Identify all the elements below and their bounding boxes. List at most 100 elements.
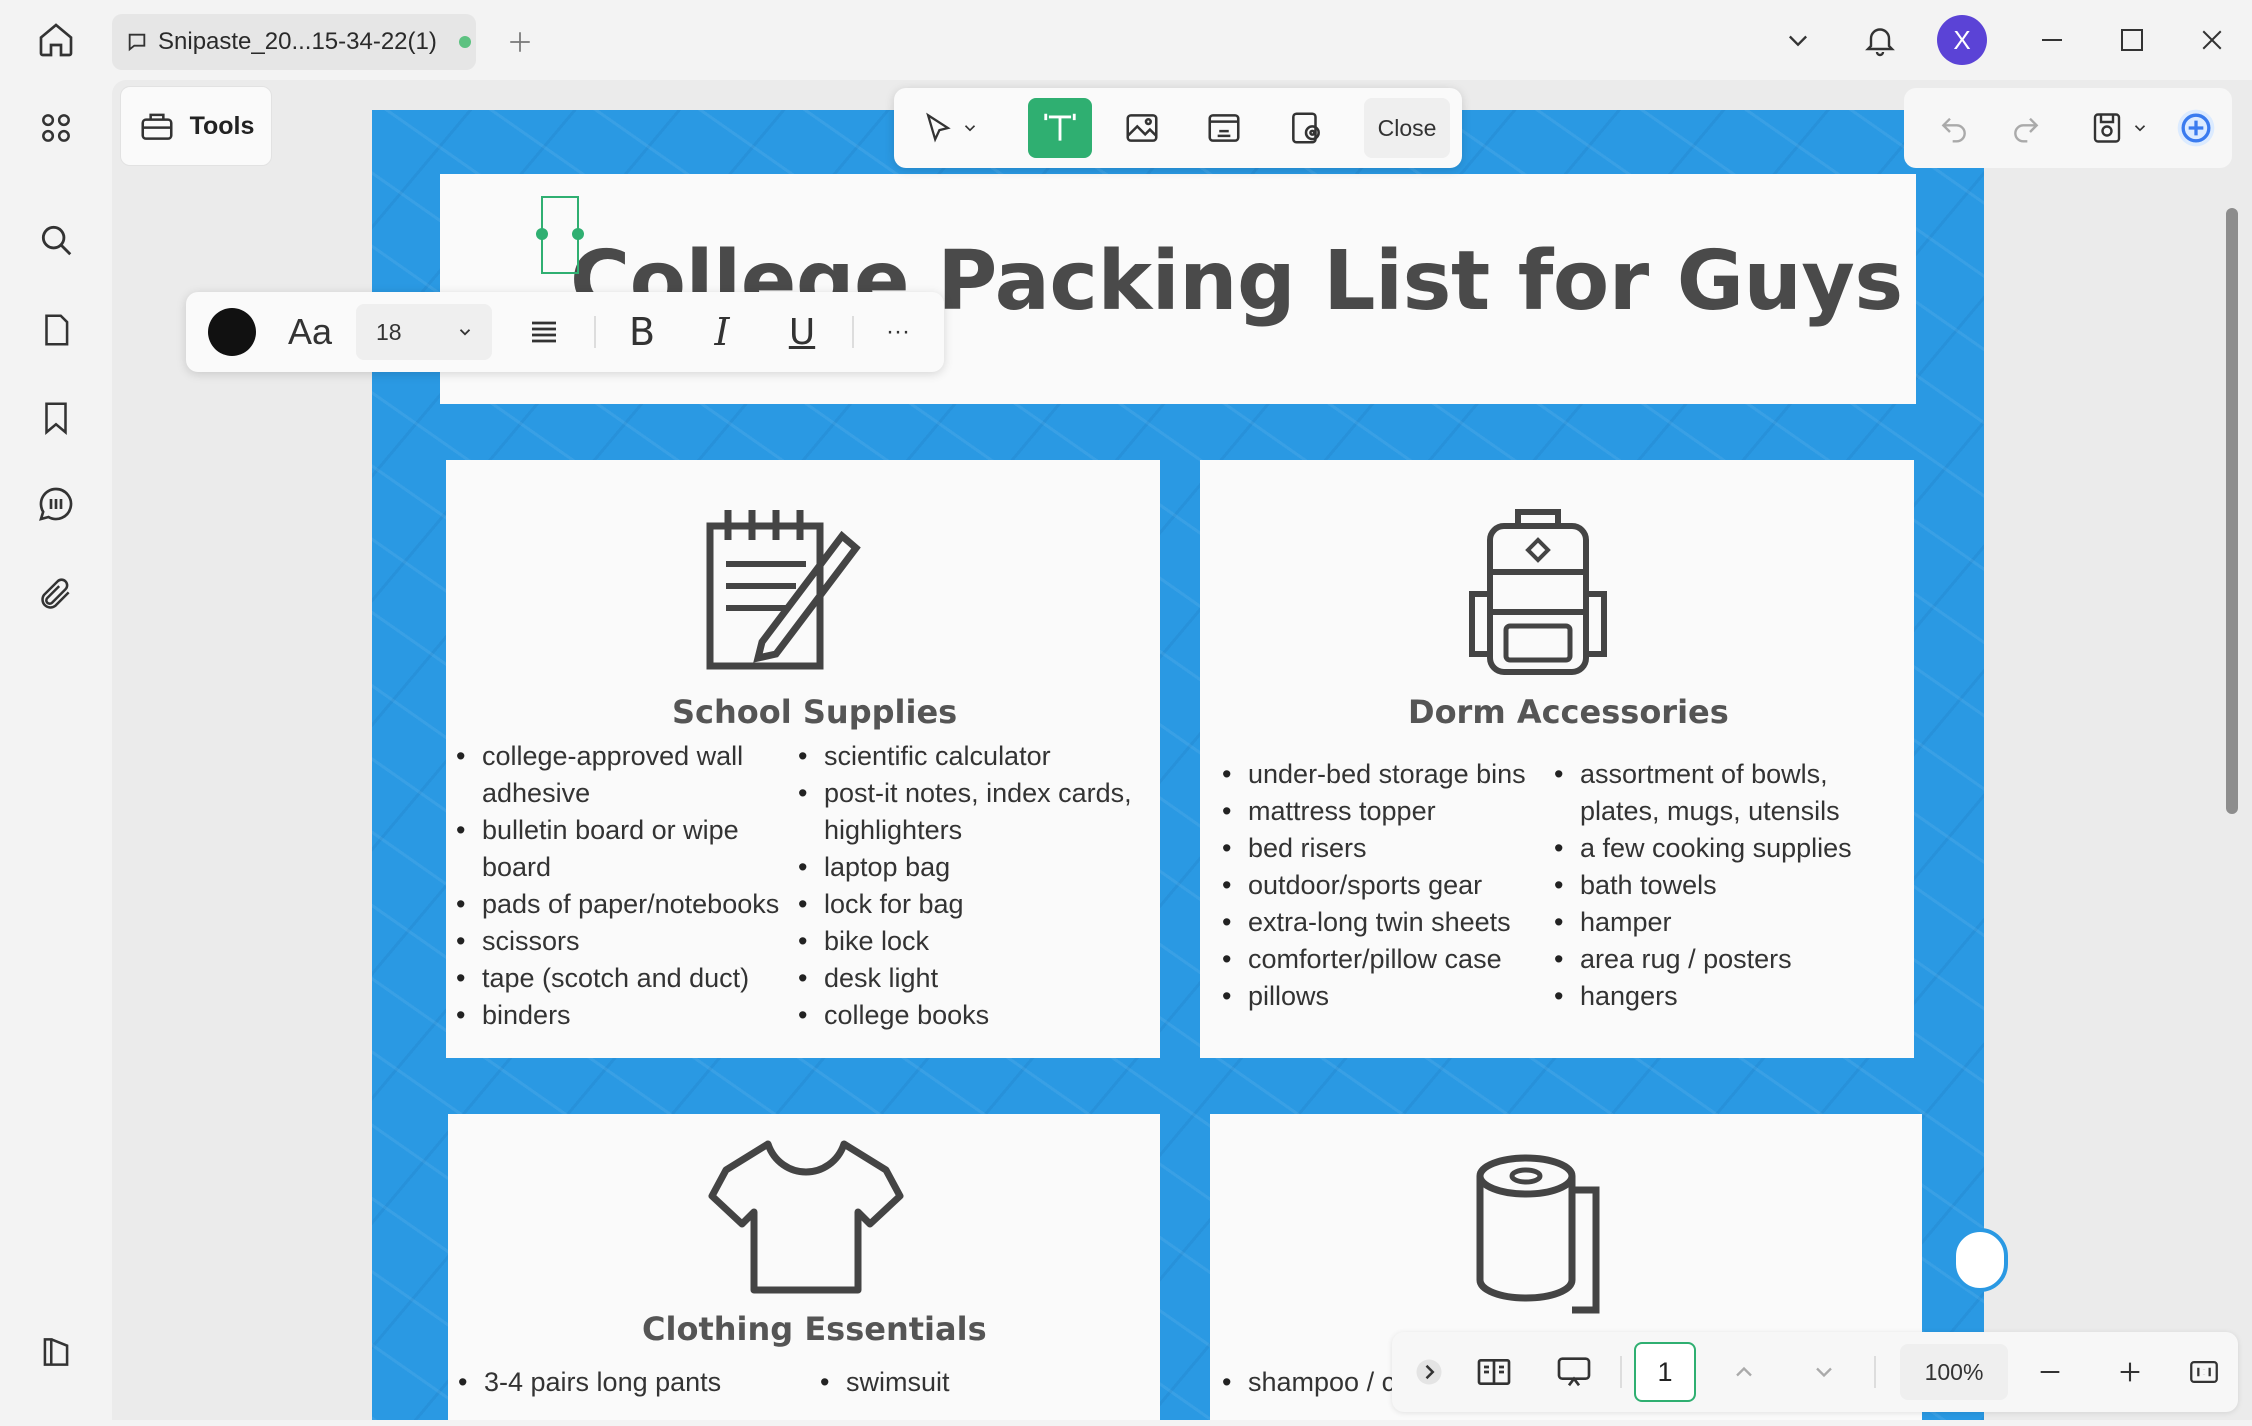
sidebar-item-bookmarks[interactable] xyxy=(24,386,88,450)
add-text-tool-button[interactable] xyxy=(1028,98,1092,158)
add-link-tool-button[interactable] xyxy=(1192,98,1256,158)
undo-button[interactable] xyxy=(1924,98,1984,158)
search-icon xyxy=(41,225,72,256)
presentation-icon xyxy=(1557,1357,1591,1387)
presentation-button[interactable] xyxy=(1542,1342,1606,1402)
page-layout-button[interactable] xyxy=(1462,1342,1526,1402)
next-page-button[interactable] xyxy=(1796,1342,1852,1402)
vertical-scrollbar[interactable] xyxy=(2226,208,2238,814)
save-icon xyxy=(2093,113,2121,143)
resize-handle-right[interactable] xyxy=(572,228,584,240)
list-item: pads of paper/notebooks xyxy=(452,886,792,923)
bookmark-icon xyxy=(45,402,67,435)
zoom-out-button[interactable] xyxy=(2022,1342,2078,1402)
book-layout-icon xyxy=(1477,1359,1511,1385)
list-item: bed risers xyxy=(1218,830,1550,867)
left-sidebar xyxy=(8,80,104,1420)
section-title-dorm-accessories: Dorm Accessories xyxy=(1408,693,1729,731)
dorm-accessories-list-left: under-bed storage binsmattress topperbed… xyxy=(1218,756,1550,1015)
list-item: post-it notes, index cards, highlighters xyxy=(794,775,1154,849)
tools-button[interactable]: Tools xyxy=(120,86,272,166)
grid-icon xyxy=(42,114,70,142)
paperclip-icon xyxy=(41,578,70,609)
select-tool-button[interactable] xyxy=(908,98,992,158)
page-number-input[interactable]: 1 xyxy=(1634,1342,1696,1402)
account-button[interactable]: X xyxy=(1934,14,1990,66)
redo-button[interactable] xyxy=(1996,98,2056,158)
text-tool-icon xyxy=(1044,113,1076,141)
document-tab[interactable]: Snipaste_20...15-34-22(1) xyxy=(112,14,476,70)
add-image-tool-button[interactable] xyxy=(1110,98,1174,158)
plus-icon xyxy=(510,32,530,52)
font-family-button[interactable]: Aa xyxy=(274,302,346,362)
actual-size-button[interactable] xyxy=(2176,1342,2232,1402)
list-item: laptop bag xyxy=(794,849,1154,886)
list-item: scissors xyxy=(452,923,792,960)
bold-button[interactable]: B xyxy=(610,302,674,362)
resize-handle-left[interactable] xyxy=(536,228,548,240)
minus-icon xyxy=(2040,1370,2060,1374)
redo-icon xyxy=(2014,117,2039,143)
watermark-tool-button[interactable] xyxy=(1274,98,1338,158)
underline-button[interactable]: U xyxy=(770,302,834,362)
list-item: pillows xyxy=(1218,978,1550,1015)
separator xyxy=(852,316,854,348)
sidebar-toggle[interactable] xyxy=(24,1320,88,1384)
sidebar-item-apps[interactable] xyxy=(24,96,88,160)
notifications-button[interactable] xyxy=(1852,14,1908,66)
tools-label: Tools xyxy=(189,111,255,140)
actual-size-icon xyxy=(2190,1360,2218,1384)
new-tab-button[interactable] xyxy=(500,22,540,62)
undo-icon xyxy=(1941,117,1966,143)
expand-toolbar-button[interactable] xyxy=(1404,1342,1454,1402)
maximize-icon xyxy=(2121,29,2143,51)
align-button[interactable] xyxy=(512,302,576,362)
list-item: college books xyxy=(794,997,1154,1034)
separator xyxy=(1620,1356,1622,1388)
font-size-select[interactable]: 18 xyxy=(356,304,492,360)
list-item: binders xyxy=(452,997,792,1034)
list-item: extra-long twin sheets xyxy=(1218,904,1550,941)
home-icon xyxy=(39,23,73,57)
text-color-button[interactable] xyxy=(200,302,264,362)
minimize-icon xyxy=(2042,39,2062,41)
page-icon xyxy=(45,314,69,346)
sidebar-item-search[interactable] xyxy=(24,208,88,272)
close-window-button[interactable] xyxy=(2184,14,2240,66)
list-item: desk light xyxy=(794,960,1154,997)
tab-list-dropdown[interactable] xyxy=(1770,14,1826,66)
cursor-arrow-icon xyxy=(926,112,951,143)
zoom-level[interactable]: 100% xyxy=(1900,1344,2008,1400)
sidebar-item-attachments[interactable] xyxy=(24,562,88,626)
italic-button[interactable]: I xyxy=(690,302,754,362)
comment-icon xyxy=(39,487,73,521)
link-box-icon xyxy=(1208,114,1240,142)
dorm-accessories-list-right: assortment of bowls, plates, mugs, utens… xyxy=(1550,756,1890,1015)
list-item: assortment of bowls, plates, mugs, utens… xyxy=(1550,756,1890,830)
list-item: hamper xyxy=(1550,904,1890,941)
side-panel-handle[interactable] xyxy=(1952,1228,2008,1292)
close-edit-button[interactable]: Close xyxy=(1364,98,1450,158)
list-item: comforter/pillow case xyxy=(1218,941,1550,978)
list-item: bike lock xyxy=(794,923,1154,960)
sidebar-item-comments[interactable] xyxy=(24,472,88,536)
text-insertion-box[interactable] xyxy=(536,196,584,274)
bell-icon xyxy=(1865,28,1895,57)
ai-assistant-button[interactable] xyxy=(2168,98,2224,158)
more-options-button[interactable]: ··· xyxy=(866,302,930,362)
clothing-list-left: 3-4 pairs long pants xyxy=(454,1364,774,1401)
previous-page-button[interactable] xyxy=(1716,1342,1772,1402)
save-button[interactable] xyxy=(2074,98,2164,158)
maximize-button[interactable] xyxy=(2104,14,2160,66)
ai-assistant-icon xyxy=(2177,109,2215,147)
text-format-toolbar: Aa 18 B I U ··· xyxy=(186,292,944,372)
zoom-in-button[interactable] xyxy=(2102,1342,2158,1402)
list-item: 3-4 pairs long pants xyxy=(454,1364,774,1401)
separator xyxy=(594,316,596,348)
clothing-list-right: swimsuit xyxy=(816,1364,1136,1401)
home-button[interactable] xyxy=(24,14,88,66)
chevron-down-icon xyxy=(1816,1367,1832,1378)
chevron-up-icon xyxy=(1736,1366,1752,1377)
sidebar-item-pages[interactable] xyxy=(24,298,88,362)
minimize-button[interactable] xyxy=(2024,14,2080,66)
